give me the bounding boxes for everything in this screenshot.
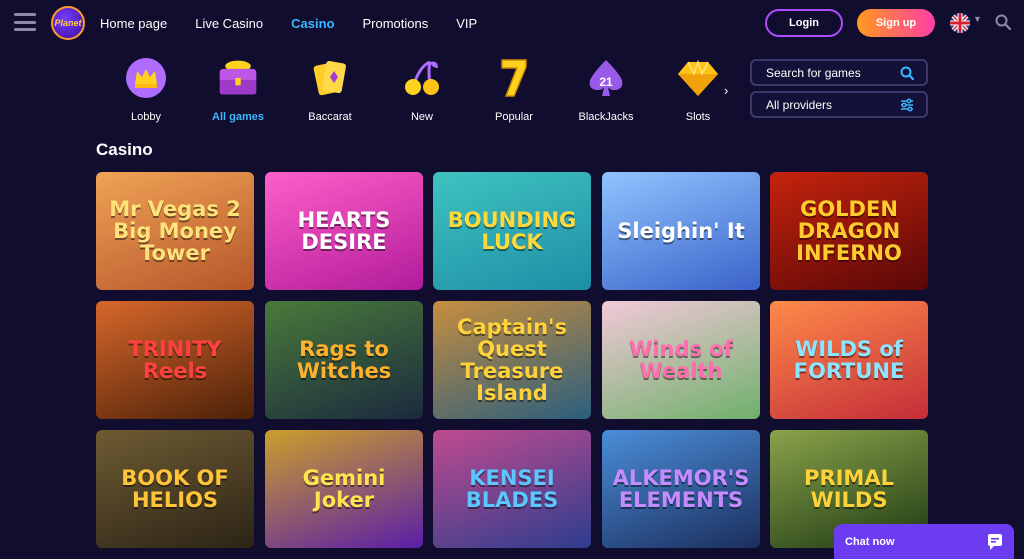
category-label: New	[410, 111, 433, 123]
search-icon[interactable]	[900, 66, 915, 81]
game-tile[interactable]: KENSEI BLADES	[433, 430, 591, 548]
game-title: Captain's Quest Treasure Island	[457, 315, 567, 405]
game-tile[interactable]: Captain's Quest Treasure Island	[433, 301, 591, 419]
game-tile[interactable]: GOLDEN DRAGON INFERNO	[770, 172, 928, 290]
providers-label: All providers	[766, 97, 833, 112]
nav-casino[interactable]: Casino	[291, 16, 334, 31]
search-input[interactable]	[766, 65, 896, 80]
filter-icon	[900, 98, 914, 112]
chest-icon	[216, 56, 260, 100]
category-label: BlackJacks	[578, 111, 634, 123]
nav-live-casino[interactable]: Live Casino	[195, 16, 263, 31]
search-icon[interactable]	[995, 14, 1012, 31]
game-tile[interactable]: Winds of Wealth	[602, 301, 760, 419]
chevron-right-icon[interactable]: ›	[724, 83, 728, 98]
game-title: BOUNDING LUCK	[447, 208, 577, 254]
site-logo[interactable]: Planet	[51, 6, 85, 40]
game-title: Winds of Wealth	[629, 337, 733, 383]
nav-promotions[interactable]: Promotions	[363, 16, 429, 31]
game-tile[interactable]: Sleighin' It	[602, 172, 760, 290]
section-title: Casino	[96, 140, 153, 159]
svg-text:21: 21	[599, 75, 613, 89]
logo-text: Planet	[54, 18, 82, 28]
game-tile[interactable]: WILDS of FORTUNE	[770, 301, 928, 419]
login-button[interactable]: Login	[765, 9, 843, 37]
chat-now-button[interactable]: Chat now	[834, 524, 1014, 559]
game-tile[interactable]: TRINITY Reels	[96, 301, 254, 419]
category-label: All games	[212, 111, 264, 123]
game-title: TRINITY Reels	[128, 337, 222, 383]
top-header: Planet Home page Live Casino Casino Prom…	[0, 0, 1024, 46]
game-title: Sleighin' It	[617, 219, 745, 243]
crown-icon	[124, 56, 168, 100]
game-title: PRIMAL WILDS	[804, 466, 894, 512]
category-label: Baccarat	[308, 111, 352, 123]
cherry-icon	[400, 56, 444, 100]
game-tile[interactable]: BOOK OF HELIOS	[96, 430, 254, 548]
menu-icon[interactable]	[14, 13, 36, 31]
game-title: HEARTS DESIRE	[297, 208, 391, 254]
game-tile[interactable]: Rags to Witches	[265, 301, 423, 419]
category-label: Lobby	[131, 111, 161, 123]
diamond-icon	[676, 56, 720, 100]
chat-bubble-icon	[986, 533, 1004, 551]
game-tile[interactable]: HEARTS DESIRE	[265, 172, 423, 290]
category-blackjacks[interactable]: 21 BlackJacks	[570, 56, 642, 123]
category-label: Slots	[685, 111, 711, 123]
game-title: Gemini Joker	[302, 466, 386, 512]
spade-icon: 21	[584, 56, 628, 100]
game-title: BOOK OF HELIOS	[121, 466, 229, 512]
nav-home[interactable]: Home page	[100, 16, 167, 31]
category-baccarat[interactable]: Baccarat	[294, 56, 366, 123]
signup-button[interactable]: Sign up	[857, 9, 935, 37]
category-new[interactable]: New	[386, 56, 458, 123]
search-games-field[interactable]	[750, 59, 928, 86]
category-label: Popular	[495, 111, 533, 123]
game-title: WILDS of FORTUNE	[793, 337, 905, 383]
uk-flag-icon[interactable]	[950, 13, 970, 33]
game-title: ALKEMOR'S ELEMENTS	[612, 466, 750, 512]
game-title: Mr Vegas 2 Big Money Tower	[109, 197, 241, 265]
category-lobby[interactable]: Lobby	[110, 56, 182, 123]
game-tile[interactable]: Gemini Joker	[265, 430, 423, 548]
category-popular[interactable]: Popular	[478, 56, 550, 123]
seven-icon	[492, 56, 536, 100]
chevron-down-icon[interactable]: ▼	[973, 14, 982, 24]
game-tile[interactable]: Mr Vegas 2 Big Money Tower	[96, 172, 254, 290]
game-title: Rags to Witches	[296, 337, 392, 383]
game-tile[interactable]: ALKEMOR'S ELEMENTS	[602, 430, 760, 548]
providers-select[interactable]: All providers	[750, 91, 928, 118]
main-nav: Home page Live Casino Casino Promotions …	[100, 0, 505, 46]
game-tile[interactable]: BOUNDING LUCK	[433, 172, 591, 290]
game-title: GOLDEN DRAGON INFERNO	[796, 197, 902, 265]
chat-label: Chat now	[845, 535, 895, 548]
cards-icon	[308, 56, 352, 100]
category-all-games[interactable]: All games	[202, 56, 274, 123]
game-title: KENSEI BLADES	[465, 466, 559, 512]
nav-vip[interactable]: VIP	[456, 16, 477, 31]
